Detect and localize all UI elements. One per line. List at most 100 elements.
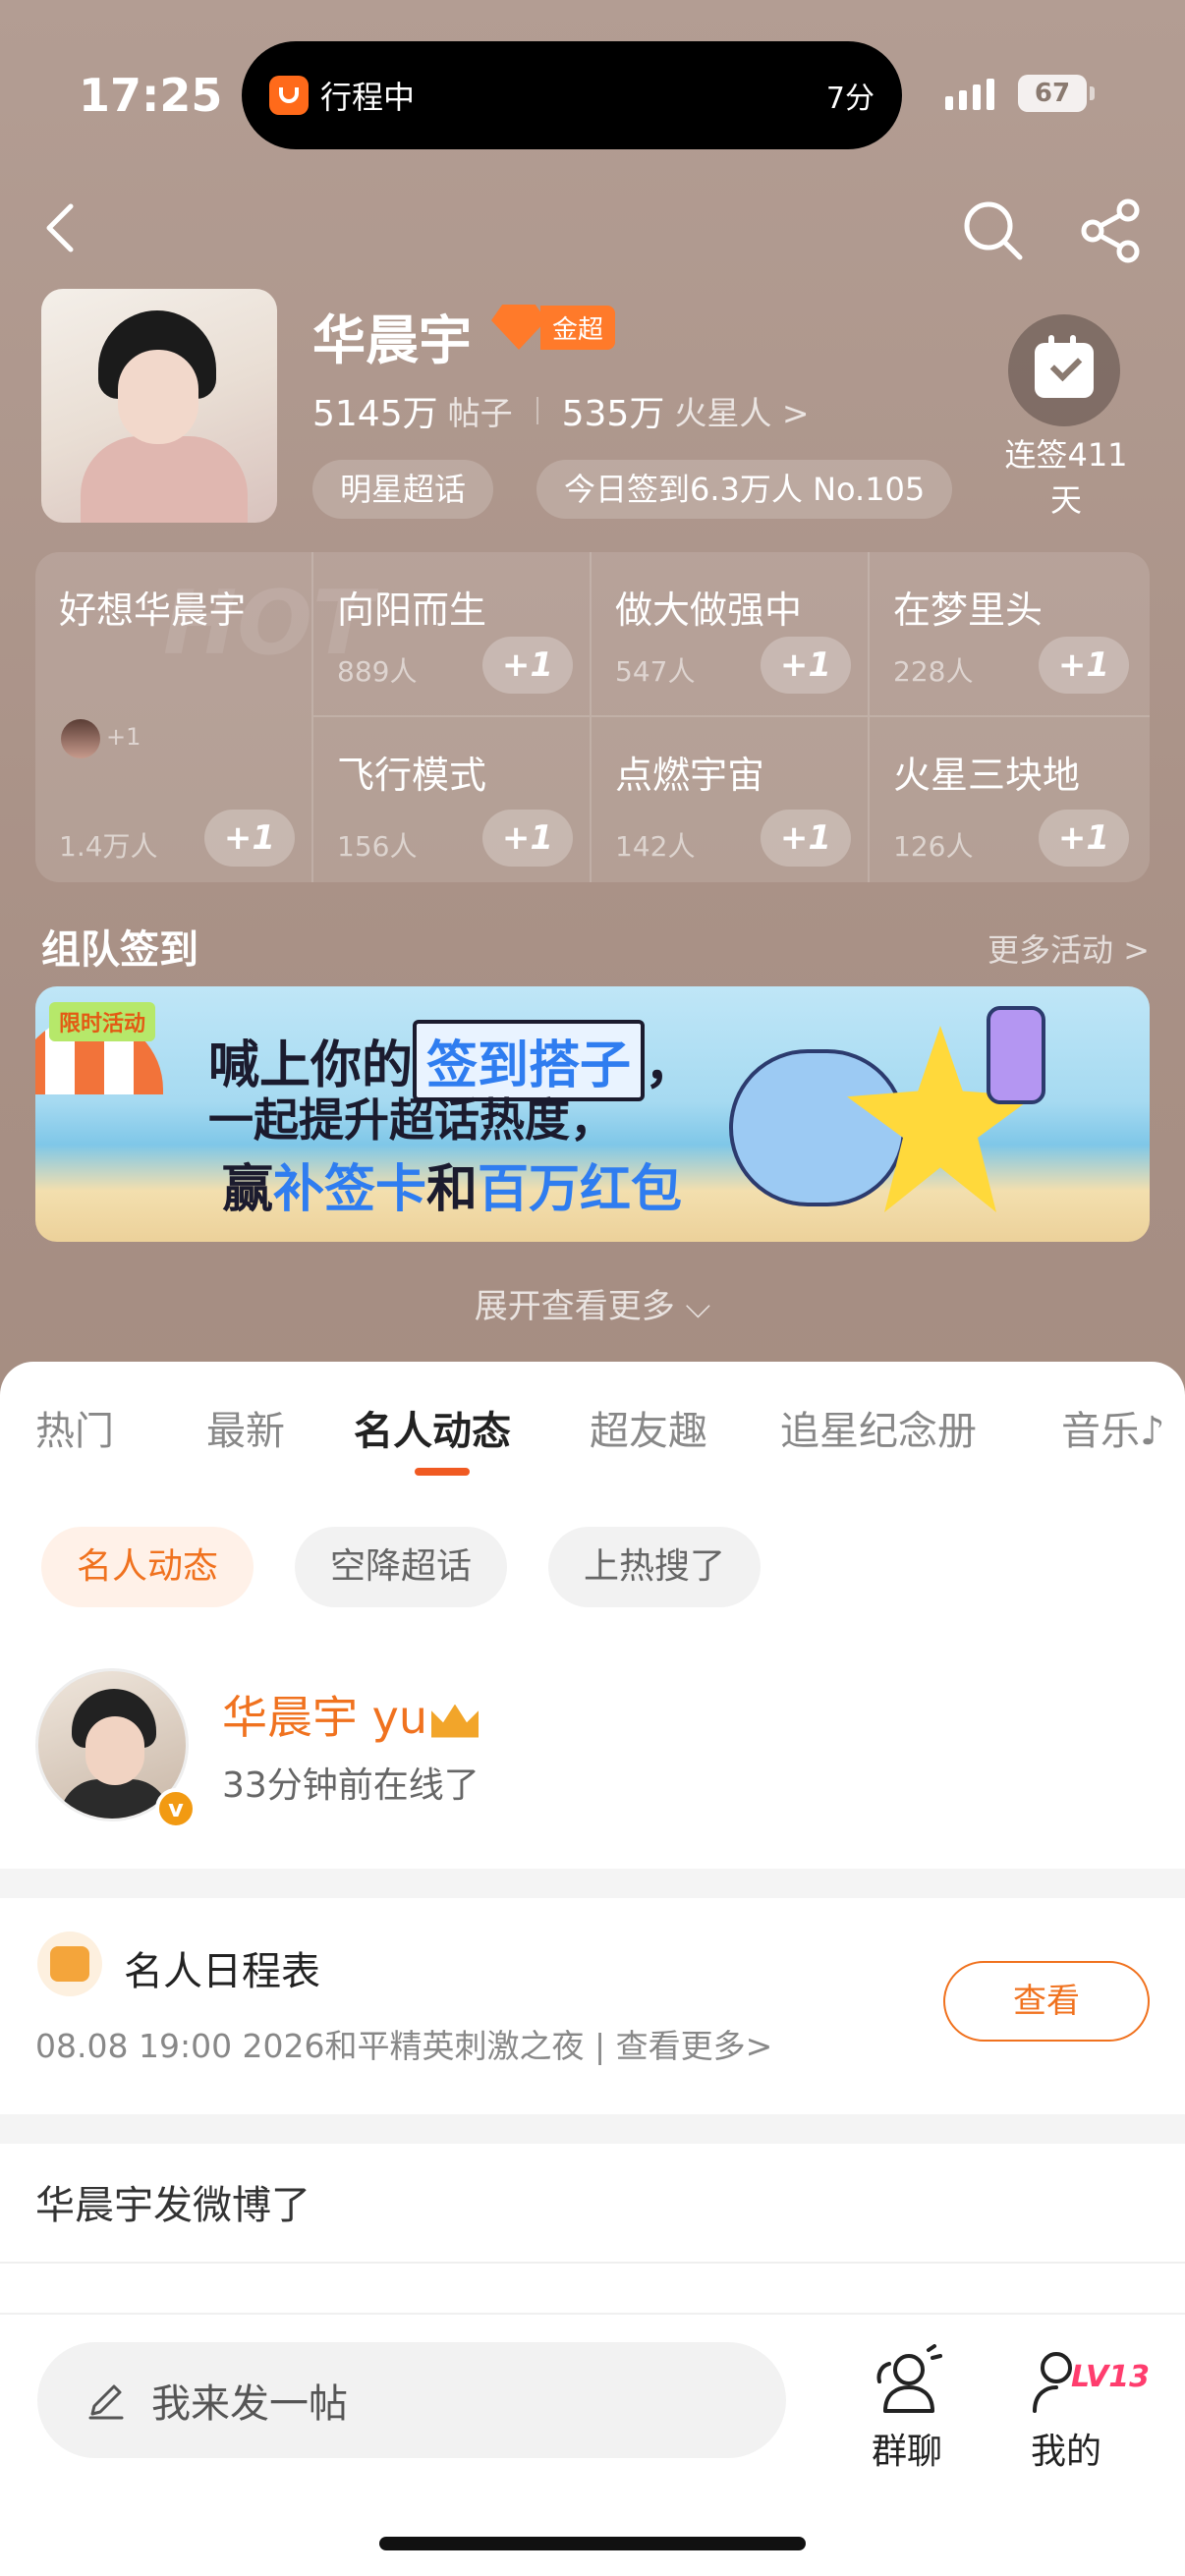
active-tab-indicator (415, 1468, 470, 1476)
join-button[interactable]: +1 (1039, 637, 1129, 694)
level-badge[interactable]: 金超 (491, 305, 616, 350)
group-cell[interactable]: 做大做强中 547人 +1 (592, 552, 870, 717)
section-divider (0, 1869, 1185, 1898)
home-indicator[interactable] (379, 2537, 806, 2550)
level-tag: 金超 (540, 305, 616, 350)
level-badge-lv: LV13 (1071, 2360, 1150, 2394)
member-plus: +1 (106, 723, 141, 751)
checkin-streak-label: 连签411天 (1004, 436, 1128, 519)
compose-placeholder: 我来发一帖 (151, 2381, 348, 2427)
join-button[interactable]: +1 (761, 637, 851, 694)
join-button[interactable]: +1 (482, 637, 573, 694)
join-button[interactable]: +1 (204, 810, 295, 867)
tab-hot[interactable]: 热门 (35, 1399, 114, 1456)
group-cell[interactable]: 在梦里头 228人 +1 (870, 552, 1150, 717)
group-title: 做大做强中 (615, 588, 803, 632)
signal-icon (945, 79, 994, 110)
compose-input[interactable]: 我来发一帖 (37, 2342, 786, 2458)
back-arrow-icon[interactable] (33, 198, 92, 257)
group-cell[interactable]: 点燃宇宙 142人 +1 (592, 717, 870, 882)
topic-stats: 5145万 帖子 535万 火星人 > (312, 385, 809, 436)
more-activities-link[interactable]: 更多活动 > (988, 925, 1150, 971)
group-count: 142人 (615, 830, 696, 863)
calendar-check-icon (1035, 335, 1094, 398)
group-chat-icon (876, 2344, 942, 2413)
schedule-title: 名人日程表 (124, 1949, 320, 1994)
mine-label: 我的 (1030, 2432, 1101, 2472)
group-title: 飞行模式 (337, 754, 487, 797)
online-status: 33分钟前在线了 (222, 1765, 480, 1806)
group-count: 126人 (893, 830, 974, 863)
subtab-trending[interactable]: 上热搜了 (548, 1527, 762, 1607)
tab-memorial-book[interactable]: 追星纪念册 (780, 1399, 977, 1456)
celebrity-row[interactable]: v 华晨宇 yu 33分钟前在线了 (0, 1656, 1185, 1853)
group-cell[interactable]: HOT 好想华晨宇 +1 1.4万人 +1 (35, 552, 372, 882)
join-button[interactable]: +1 (1039, 810, 1129, 867)
group-cell[interactable]: 火星三块地 126人 +1 (870, 717, 1150, 882)
category-chip[interactable]: 明星超话 (312, 460, 494, 519)
status-time: 17:25 (79, 69, 223, 122)
tab-music[interactable]: 音乐♪ (1061, 1399, 1165, 1456)
group-grid: HOT 好想华晨宇 +1 1.4万人 +1 向阳而生 889人 +1 做大做强中… (35, 552, 1150, 882)
team-checkin-title: 组队签到 (41, 927, 198, 973)
ride-app-icon (269, 76, 309, 115)
group-count: 156人 (337, 830, 418, 863)
diamond-icon (491, 305, 546, 350)
elephant-illustration (729, 1049, 906, 1206)
group-chat-button[interactable]: 群聊 (843, 2344, 971, 2474)
group-cell[interactable]: 飞行模式 156人 +1 (313, 717, 592, 882)
fans-unit[interactable]: 火星人 > (674, 387, 809, 434)
activity-banner[interactable]: 限时活动 喊上你的 签到搭子， 一起提升超话热度， 赢补签卡和百万红包 (35, 986, 1150, 1242)
schedule-info[interactable]: 08.08 19:00 2026和平精英刺激之夜 | 查看更多> (35, 2020, 772, 2067)
posts-count: 5145万 (312, 394, 438, 434)
group-title: 在梦里头 (893, 588, 1044, 632)
group-title: 好想华晨宇 (59, 588, 247, 632)
verified-badge-icon: v (155, 1788, 197, 1829)
group-count: 889人 (337, 655, 418, 688)
search-icon[interactable] (961, 198, 1026, 263)
island-activity-text: 行程中 (320, 79, 416, 116)
group-cell[interactable]: 向阳而生 889人 +1 (313, 552, 592, 717)
phone-illustration (987, 1006, 1045, 1104)
feed-section-title: 华晨宇发微博了 (35, 2183, 310, 2228)
banner-line-3: 赢补签卡和百万红包 (222, 1160, 683, 1219)
group-count: 547人 (615, 655, 696, 688)
join-button[interactable]: +1 (761, 810, 851, 867)
banner-line-2: 一起提升超话热度， (208, 1093, 615, 1147)
share-icon[interactable] (1079, 198, 1144, 263)
join-button[interactable]: +1 (482, 810, 573, 867)
group-title: 向阳而生 (337, 588, 487, 632)
topic-avatar[interactable] (41, 289, 277, 523)
group-title: 点燃宇宙 (615, 754, 765, 797)
member-avatar (61, 719, 100, 758)
section-divider (0, 2114, 1185, 2144)
subtab-airdrop[interactable]: 空降超话 (295, 1527, 508, 1607)
checkin-button[interactable] (1008, 314, 1120, 426)
tab-latest[interactable]: 最新 (206, 1399, 285, 1456)
fans-count[interactable]: 535万 (562, 385, 665, 436)
tab-bar: 热门 最新 名人动态 超友趣 追星纪念册 音乐♪ (0, 1399, 1185, 1478)
group-title: 火星三块地 (893, 754, 1081, 797)
schedule-icon (37, 1932, 102, 1996)
subtab-celebrity-news[interactable]: 名人动态 (41, 1527, 254, 1607)
group-count: 228人 (893, 655, 974, 688)
island-eta: 7分 (825, 82, 875, 116)
mine-button[interactable]: LV13 我的 (1002, 2344, 1150, 2474)
checkin-rank-chip[interactable]: 今日签到6.3万人 No.105 (536, 460, 953, 519)
group-chat-label: 群聊 (871, 2432, 942, 2472)
status-bar: 17:25 行程中 7分 67 (0, 0, 1185, 187)
view-schedule-button[interactable]: 查看 (943, 1961, 1150, 2042)
tab-celebrity-news[interactable]: 名人动态 (354, 1399, 511, 1456)
dynamic-island[interactable]: 行程中 7分 (242, 41, 902, 149)
expand-more-button[interactable]: 展开查看更多 ⌵ (0, 1279, 1185, 1327)
crown-icon (431, 1704, 479, 1738)
pencil-icon (88, 2384, 124, 2420)
posts-unit: 帖子 (447, 394, 513, 432)
group-count: 1.4万人 (59, 830, 158, 863)
limited-time-tag: 限时活动 (49, 1002, 156, 1041)
tab-fun[interactable]: 超友趣 (590, 1399, 707, 1456)
topic-title: 华晨宇 (312, 309, 472, 371)
celebrity-name[interactable]: 华晨宇 yu (222, 1682, 479, 1747)
stats-divider (536, 397, 538, 424)
divider (0, 2262, 1185, 2264)
